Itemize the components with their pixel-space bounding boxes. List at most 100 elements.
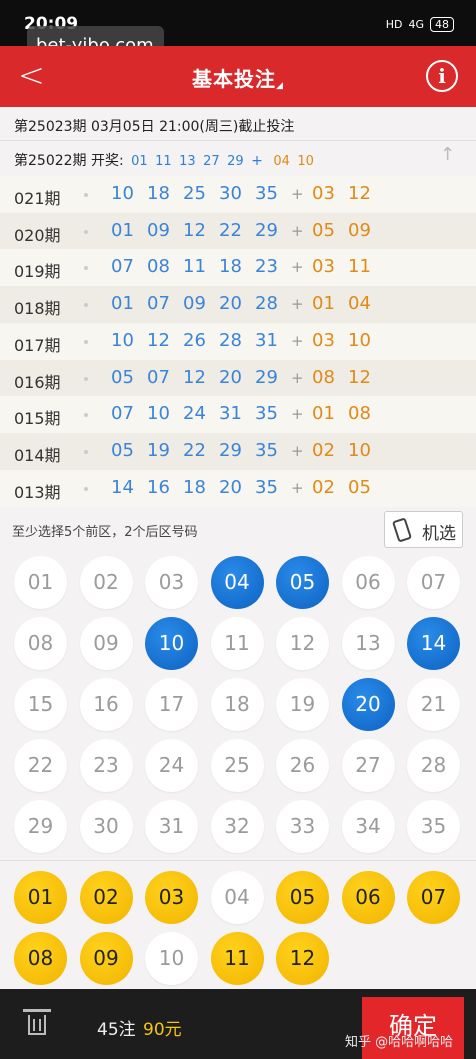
front-ball-26[interactable]: 26 (276, 739, 329, 792)
front-ball-31[interactable]: 31 (145, 800, 198, 853)
front-ball-17[interactable]: 17 (145, 678, 198, 731)
history-front-number: 14 (111, 476, 134, 498)
back-ball-10[interactable]: 10 (145, 932, 198, 985)
history-period: 016期 (14, 372, 61, 392)
history-row: 014期 05 19 22 29 35 +02 10 (0, 432, 476, 470)
front-ball-14[interactable]: 14 (407, 617, 460, 670)
history-front-number: 18 (219, 256, 242, 278)
history-front-number: 24 (183, 403, 206, 425)
history-back-number: 11 (348, 256, 371, 278)
back-ball-05[interactable]: 05 (276, 871, 329, 924)
last-draw-back: 04 (273, 154, 290, 169)
front-ball-08[interactable]: 08 (14, 617, 67, 670)
back-ball-04[interactable]: 04 (210, 871, 264, 924)
history-back-number: 10 (348, 439, 371, 461)
front-ball-21[interactable]: 21 (407, 678, 460, 731)
front-ball-32[interactable]: 32 (210, 800, 264, 853)
history-plus: + (291, 441, 304, 460)
front-ball-30[interactable]: 30 (79, 800, 133, 853)
selection-prompt: 至少选择5个前区，2个后区号码 (12, 525, 198, 540)
history-back-number: 03 (312, 183, 335, 204)
back-ball-06[interactable]: 06 (341, 871, 395, 924)
history-front-number: 28 (255, 293, 278, 315)
info-icon[interactable]: i (426, 60, 458, 92)
back-ball-12[interactable]: 12 (276, 932, 329, 985)
history-numbers: 14 16 18 20 35 +02 05 (111, 477, 384, 498)
history-front-number: 35 (255, 476, 278, 498)
history-front-number: 25 (183, 183, 206, 204)
front-ball-04[interactable]: 04 (210, 556, 264, 609)
front-ball-20[interactable]: 20 (341, 678, 395, 731)
back-ball-02[interactable]: 02 (79, 871, 133, 924)
history-numbers: 10 18 25 30 35 +03 12 (111, 183, 384, 204)
back-ball-01[interactable]: 01 (14, 871, 67, 924)
machine-pick-button[interactable]: 机选 (384, 511, 463, 548)
history-plus: + (291, 405, 304, 424)
history-front-number: 22 (219, 219, 242, 241)
history-back-number: 09 (348, 219, 371, 241)
last-draw-front: 29 (227, 154, 244, 169)
history-front-number: 10 (111, 329, 134, 351)
front-ball-23[interactable]: 23 (79, 739, 133, 792)
front-ball-18[interactable]: 18 (210, 678, 264, 731)
front-ball-10[interactable]: 10 (145, 617, 198, 670)
back-ball-11[interactable]: 11 (210, 932, 264, 985)
front-ball-11[interactable]: 11 (210, 617, 264, 670)
history-back-number: 02 (312, 439, 335, 461)
front-ball-07[interactable]: 07 (407, 556, 460, 609)
front-ball-34[interactable]: 34 (341, 800, 395, 853)
front-ball-22[interactable]: 22 (14, 739, 67, 792)
timeline-dot (84, 339, 88, 344)
front-ball-35[interactable]: 35 (407, 800, 460, 853)
back-ball-03[interactable]: 03 (145, 871, 198, 924)
history-front-number: 29 (255, 219, 278, 241)
history-front-number: 22 (183, 439, 206, 461)
front-ball-24[interactable]: 24 (145, 739, 198, 792)
front-ball-01[interactable]: 01 (14, 556, 67, 609)
front-ball-06[interactable]: 06 (341, 556, 395, 609)
history-back-number: 03 (312, 256, 335, 278)
front-ball-28[interactable]: 28 (407, 739, 460, 792)
history-numbers: 01 07 09 20 28 +01 04 (111, 293, 384, 314)
deadline-text: 第25023期 03月05日 21:00(周三)截止投注 (14, 119, 295, 135)
back-ball-07[interactable]: 07 (407, 871, 460, 924)
front-ball-25[interactable]: 25 (210, 739, 264, 792)
front-ball-03[interactable]: 03 (145, 556, 198, 609)
collapse-arrow-icon[interactable]: ↑ (440, 144, 455, 165)
history-back-number: 08 (348, 403, 371, 425)
history-front-number: 05 (111, 366, 134, 388)
page-title[interactable]: 基本投注◢ (0, 63, 476, 92)
back-ball-08[interactable]: 08 (14, 932, 67, 985)
front-ball-02[interactable]: 02 (79, 556, 133, 609)
app-header: < 基本投注◢ i (0, 46, 476, 107)
back-ball-09[interactable]: 09 (79, 932, 133, 985)
history-front-number: 18 (147, 183, 170, 204)
front-ball-19[interactable]: 19 (276, 678, 329, 731)
history-front-number: 20 (219, 366, 242, 388)
front-ball-05[interactable]: 05 (276, 556, 329, 609)
front-ball-27[interactable]: 27 (341, 739, 395, 792)
front-ball-12[interactable]: 12 (276, 617, 329, 670)
history-front-number: 01 (111, 293, 134, 315)
last-draw-plus: + (251, 153, 263, 169)
front-ball-29[interactable]: 29 (14, 800, 67, 853)
history-front-number: 08 (147, 256, 170, 278)
history-period: 021期 (14, 189, 61, 208)
history-plus: + (291, 185, 304, 203)
front-ball-16[interactable]: 16 (79, 678, 133, 731)
trash-icon[interactable] (23, 1009, 51, 1035)
history-back-number: 04 (348, 293, 371, 315)
divider (0, 140, 476, 141)
timeline-dot (84, 266, 88, 271)
front-ball-33[interactable]: 33 (276, 800, 329, 853)
front-ball-15[interactable]: 15 (14, 678, 67, 731)
history-plus: + (291, 258, 304, 277)
front-ball-13[interactable]: 13 (341, 617, 395, 670)
timeline-dot (84, 413, 88, 418)
history-front-number: 31 (255, 329, 278, 351)
front-ball-09[interactable]: 09 (79, 617, 133, 670)
history-front-number: 12 (183, 219, 206, 241)
history-front-number: 20 (219, 476, 242, 498)
history-front-number: 23 (255, 256, 278, 278)
zone-divider (0, 860, 476, 861)
